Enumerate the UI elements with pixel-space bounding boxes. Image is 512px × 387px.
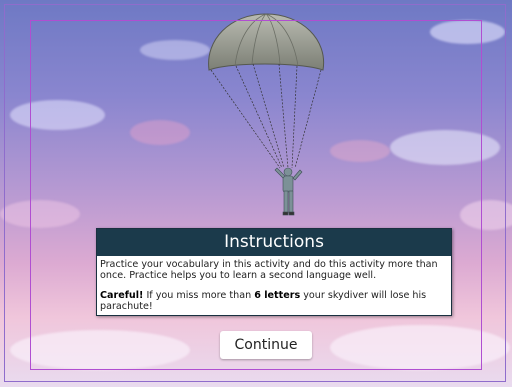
skydiver-illustration xyxy=(208,13,325,216)
continue-button[interactable]: Continue xyxy=(220,331,312,359)
sky-background xyxy=(0,0,512,387)
warning-text-part: If you miss more than xyxy=(143,290,255,301)
dialog-body: Practice your vocabulary in this activit… xyxy=(97,256,451,312)
skydiver-icon xyxy=(274,167,303,216)
parachute-icon xyxy=(208,13,325,169)
warning-label: Careful! xyxy=(100,290,144,301)
instructions-dialog: Instructions Practice your vocabulary in… xyxy=(96,228,452,316)
warning-text: Careful! If you miss more than 6 letters… xyxy=(100,290,448,312)
dialog-title: Instructions xyxy=(97,229,451,256)
instructions-text: Practice your vocabulary in this activit… xyxy=(100,259,438,281)
letters-limit: 6 letters xyxy=(254,290,301,301)
